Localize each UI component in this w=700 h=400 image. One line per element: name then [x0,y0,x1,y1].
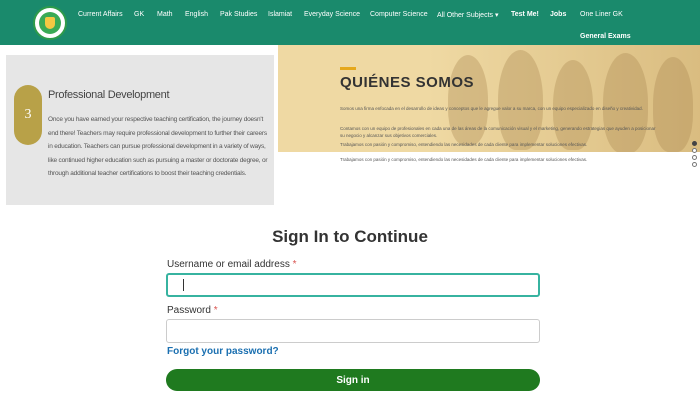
professional-development-card: 3 Professional Development Once you have… [6,55,274,205]
forgot-password-link[interactable]: Forgot your password? [167,346,279,357]
nav-current-affairs[interactable]: Current Affairs [78,11,123,18]
top-navbar: Current Affairs GK Math English Pak Stud… [0,0,700,45]
chevron-down-icon: ▾ [494,12,499,19]
nav-computer-science[interactable]: Computer Science [370,11,428,18]
nav-islamiat[interactable]: Islamiat [268,11,292,18]
nav-math[interactable]: Math [157,11,173,18]
password-label: Password * [167,305,218,316]
about-us-banner: QUIÉNES SOMOS Somos una firma enfocada e… [278,45,700,152]
banner-title: QUIÉNES SOMOS [340,74,475,91]
text-cursor [183,279,184,291]
required-marker: * [213,305,218,316]
carousel-dot-1[interactable] [692,141,697,146]
username-input[interactable] [166,273,540,297]
site-logo[interactable] [33,6,67,40]
carousel-dot-3[interactable] [692,155,697,160]
title-accent-bar [340,67,356,70]
required-marker: * [292,259,297,270]
carousel-dots [692,141,698,169]
nav-one-liner-gk[interactable]: One Liner GK [580,11,623,18]
nav-everyday-science[interactable]: Everyday Science [304,11,360,18]
banner-paragraph-2: Contamos con un equipo de profesionales … [340,126,656,138]
signin-button[interactable]: Sign in [166,369,540,391]
username-label: Username or email address * [167,259,297,270]
username-label-text: Username or email address [167,259,290,270]
signin-heading: Sign In to Continue [272,227,428,246]
nav-gk[interactable]: GK [134,11,144,18]
nav-pak-studies[interactable]: Pak Studies [220,11,257,18]
nav-english[interactable]: English [185,11,208,18]
carousel-dot-4[interactable] [692,162,697,167]
carousel-dot-2[interactable] [692,148,697,153]
card-title: Professional Development [48,89,170,101]
nav-jobs[interactable]: Jobs [550,11,566,18]
nav-all-other-subjects-label: All Other Subjects [437,12,494,19]
nav-test-me[interactable]: Test Me! [511,11,539,18]
password-input[interactable] [166,319,540,343]
password-label-text: Password [167,305,211,316]
nav-general-exams[interactable]: General Exams [580,33,631,40]
banner-paragraph-1: Somos una firma enfocada en el desarroll… [340,106,643,111]
step-number-badge: 3 [14,85,42,145]
banner-footer-text: Trabajamos con pasión y compromiso, ente… [340,157,588,162]
banner-paragraph-3: Trabajamos con pasión y compromiso, ente… [340,142,588,147]
card-text: Once you have earned your respective tea… [48,116,268,177]
nav-all-other-subjects[interactable]: All Other Subjects ▾ [437,11,499,19]
logo-emblem-icon [39,12,61,34]
